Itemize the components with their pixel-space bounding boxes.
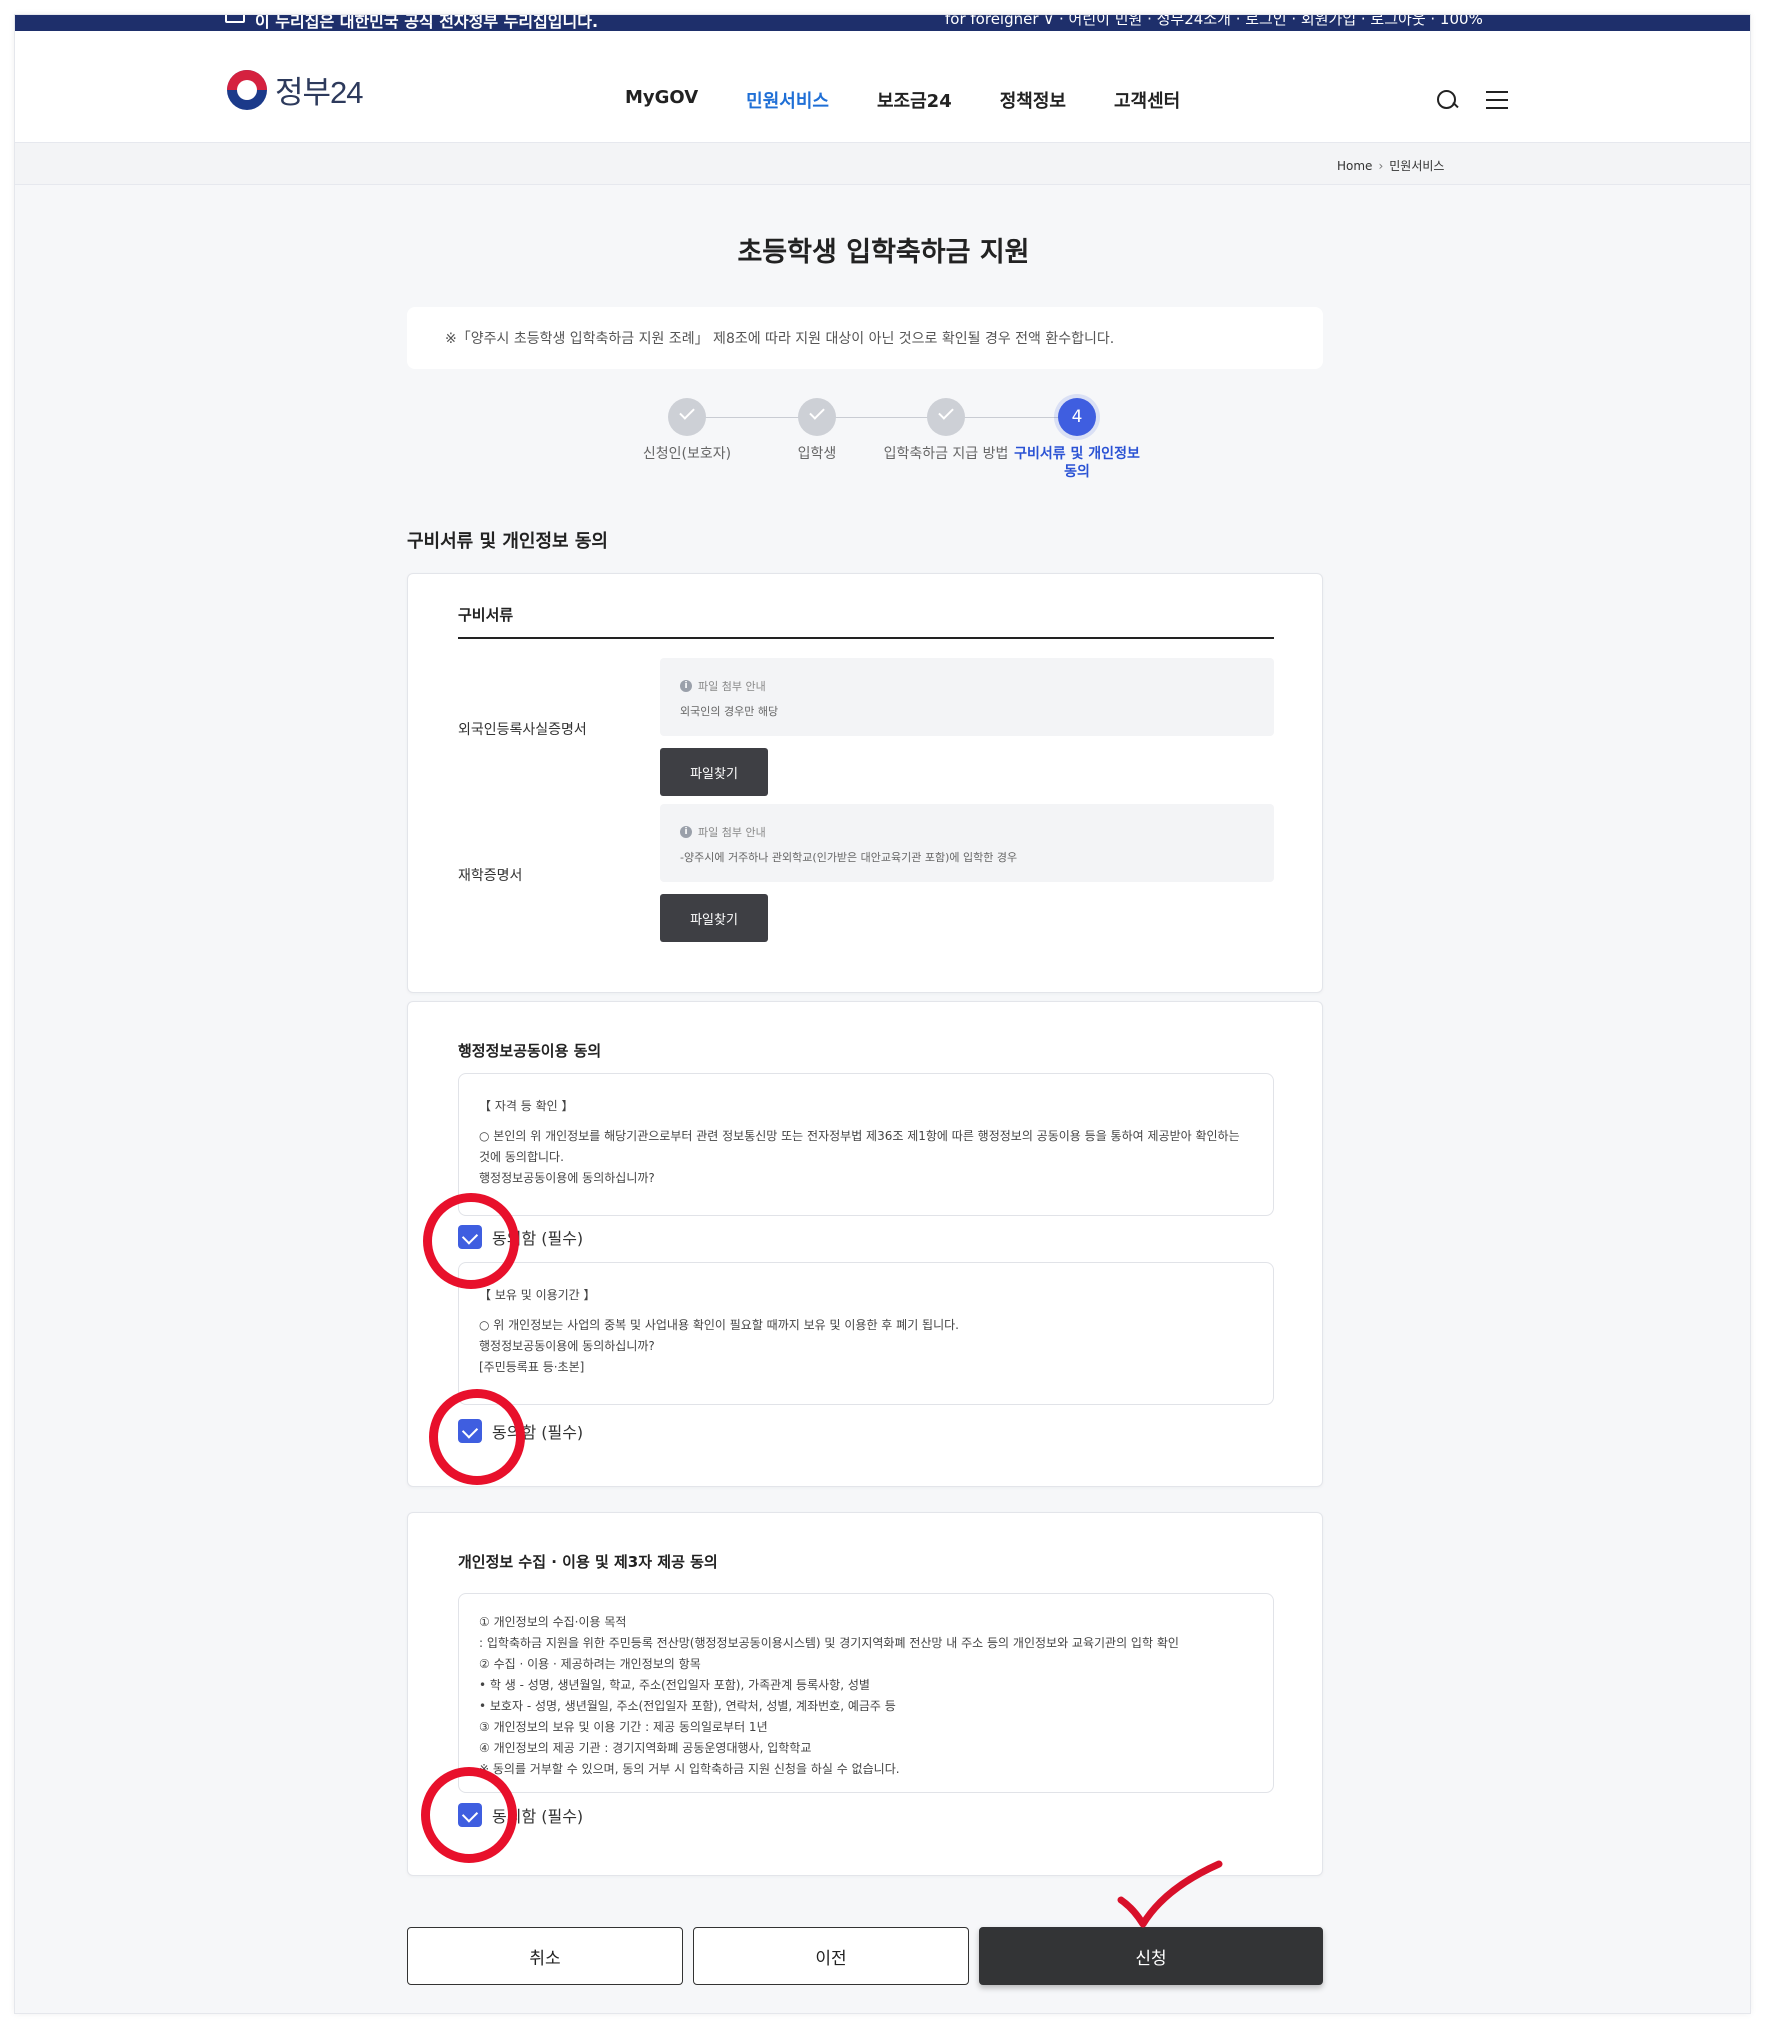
step-complete-icon (927, 398, 965, 436)
section-title: 구비서류 및 개인정보 동의 (407, 531, 608, 552)
step-label-current: 구비서류 및 개인정보 동의 (1014, 446, 1140, 480)
consent-text-box: 【 자격 등 확인 】 ○ 본인의 위 개인정보를 해당기관으로부터 관련 정보… (458, 1073, 1274, 1216)
file-info-box: i 파일 첨부 안내 외국인의 경우만 해당 (660, 658, 1274, 736)
privacy-line: • 보호자 - 성명, 생년월일, 주소(전입일자 포함), 연락처, 성별, … (479, 1699, 896, 1713)
file-browse-button[interactable]: 파일찾기 (660, 748, 768, 796)
breadcrumb: Home › 민원서비스 (1337, 157, 1444, 174)
step-current-number: 4 (1058, 398, 1096, 436)
file-info-box: i 파일 첨부 안내 -양주시에 거주하나 관외학교(인가받은 대안교육기관 포함… (660, 804, 1274, 882)
nav-mygov[interactable]: MyGOV (625, 87, 698, 113)
privacy-line: ③ 개인정보의 보유 및 이용 기간 : 제공 동의일로부터 1년 (479, 1720, 768, 1734)
documents-card: 구비서류 외국인등록사실증명서 i 파일 첨부 안내 외국인의 경우만 해당 파일… (407, 573, 1323, 993)
annotation-checkmark-icon (1117, 1860, 1223, 1928)
breadcrumb-bar: Home › 민원서비스 (15, 143, 1750, 185)
info-icon: i (680, 680, 692, 692)
cancel-button[interactable]: 취소 (407, 1927, 683, 1985)
admin-share-heading: 행정정보공동이용 동의 (458, 1042, 602, 1060)
nav-civil-service[interactable]: 민원서비스 (746, 87, 829, 113)
nav-subsidy24[interactable]: 보조금24 (877, 87, 952, 113)
privacy-text-box: ① 개인정보의 수집·이용 목적 : 입학축하금 지원을 위한 주민등록 전산망… (458, 1593, 1274, 1793)
documents-heading: 구비서류 (458, 606, 514, 624)
consent-question: 행정정보공동이용에 동의하십니까? (479, 1339, 655, 1353)
site-logo[interactable]: 정부24 (227, 67, 364, 112)
chevron-right-icon: › (1378, 159, 1384, 173)
privacy-card: 개인정보 수집 · 이용 및 제3자 제공 동의 ① 개인정보의 수집·이용 목… (407, 1512, 1323, 1876)
privacy-line: ④ 개인정보의 제공 기관 : 경기지역화폐 공동운영대행사, 입학학교 (479, 1741, 812, 1755)
step-3: 입학축하금 지급 방법 (876, 398, 1016, 463)
info-desc: 외국인의 경우만 해당 (680, 705, 779, 718)
heading-divider (458, 637, 1274, 639)
utility-links[interactable]: for foreigner ∨ · 어린이 민원 · 정부24소개 · 로그인 … (945, 15, 1483, 29)
browser-frame: 이 누리집은 대한민국 공식 전자정부 누리집입니다. for foreigne… (14, 14, 1751, 2014)
site-header: 정부24 MyGOV 민원서비스 보조금24 정책정보 고객센터 (15, 31, 1750, 143)
annotation-circle (421, 1767, 517, 1863)
consent-text: ○ 위 개인정보는 사업의 중복 및 사업내용 확인이 필요할 때까지 보유 및… (479, 1318, 959, 1332)
taegeuk-logo-icon (227, 69, 267, 110)
nav-customer-center[interactable]: 고객센터 (1114, 87, 1180, 113)
progress-steps: 신청인(보호자) 입학생 입학축하금 지급 방법 4 구비서류 및 개인정보 동의 (627, 398, 1147, 488)
step-complete-icon (668, 398, 706, 436)
header-icons (1436, 89, 1508, 111)
breadcrumb-current[interactable]: 민원서비스 (1389, 159, 1444, 173)
annotation-circle (423, 1193, 519, 1289)
admin-share-card: 행정정보공동이용 동의 【 자격 등 확인 】 ○ 본인의 위 개인정보를 해당… (407, 1001, 1323, 1487)
step-1: 신청인(보호자) (617, 398, 757, 463)
privacy-line: ※ 동의를 거부할 수 있으며, 동의 거부 시 입학축하금 지원 신청을 하실… (479, 1762, 900, 1776)
step-label: 입학생 (797, 446, 837, 462)
file-browse-button[interactable]: 파일찾기 (660, 894, 768, 942)
page-title: 초등학생 입학축하금 지원 (737, 237, 1030, 268)
main-nav: MyGOV 민원서비스 보조금24 정책정보 고객센터 (625, 87, 1228, 113)
document-label: 외국인등록사실증명서 (458, 722, 587, 738)
document-label: 재학증명서 (458, 868, 523, 884)
info-icon: i (680, 826, 692, 838)
government-banner: 이 누리집은 대한민국 공식 전자정부 누리집입니다. for foreigne… (15, 15, 1750, 31)
consent-title: 【 보유 및 이용기간 】 (479, 1288, 596, 1302)
info-desc: -양주시에 거주하나 관외학교(인가받은 대안교육기관 포함)에 입학한 경우 (680, 851, 1018, 864)
hamburger-menu-icon[interactable] (1486, 91, 1508, 109)
step-complete-icon (798, 398, 836, 436)
previous-button[interactable]: 이전 (693, 1927, 969, 1985)
gov-notice-text: 이 누리집은 대한민국 공식 전자정부 누리집입니다. (255, 15, 599, 31)
info-title: 파일 첨부 안내 (698, 826, 766, 839)
search-icon[interactable] (1436, 89, 1458, 111)
step-2: 입학생 (747, 398, 887, 463)
privacy-line: : 입학축하금 지원을 위한 주민등록 전산망(행정정보공동이용시스템) 및 경… (479, 1636, 1179, 1650)
privacy-line: ② 수집 · 이용 · 제공하려는 개인정보의 항목 (479, 1657, 701, 1671)
step-label: 입학축하금 지급 방법 (883, 446, 1009, 462)
annotation-circle (429, 1389, 525, 1485)
privacy-line: ① 개인정보의 수집·이용 목적 (479, 1615, 627, 1629)
logo-text: 정부24 (275, 75, 364, 110)
step-label: 신청인(보호자) (642, 446, 732, 462)
nav-policy-info[interactable]: 정책정보 (1000, 87, 1066, 113)
step-4: 4 구비서류 및 개인정보 동의 (1007, 398, 1147, 481)
info-title: 파일 첨부 안내 (698, 680, 766, 693)
consent-question: 행정정보공동이용에 동의하십니까? (479, 1171, 655, 1185)
consent-text: ○ 본인의 위 개인정보를 해당기관으로부터 관련 정보통신망 또는 전자정부법… (479, 1129, 1240, 1164)
notice-box: ※「양주시 초등학생 입학축하금 지원 조례」 제8조에 따라 지원 대상이 아… (407, 307, 1323, 369)
flag-icon (225, 15, 245, 23)
consent-title: 【 자격 등 확인 】 (479, 1099, 574, 1113)
privacy-heading: 개인정보 수집 · 이용 및 제3자 제공 동의 (458, 1553, 718, 1571)
consent-docs: [주민등록표 등·초본] (479, 1360, 585, 1374)
notice-text: ※「양주시 초등학생 입학축하금 지원 조례」 제8조에 따라 지원 대상이 아… (445, 331, 1115, 347)
privacy-line: • 학 생 - 성명, 생년월일, 학교, 주소(전입일자 포함), 가족관계 … (479, 1678, 870, 1692)
breadcrumb-home[interactable]: Home (1337, 159, 1372, 173)
consent-text-box: 【 보유 및 이용기간 】 ○ 위 개인정보는 사업의 중복 및 사업내용 확인… (458, 1262, 1274, 1405)
